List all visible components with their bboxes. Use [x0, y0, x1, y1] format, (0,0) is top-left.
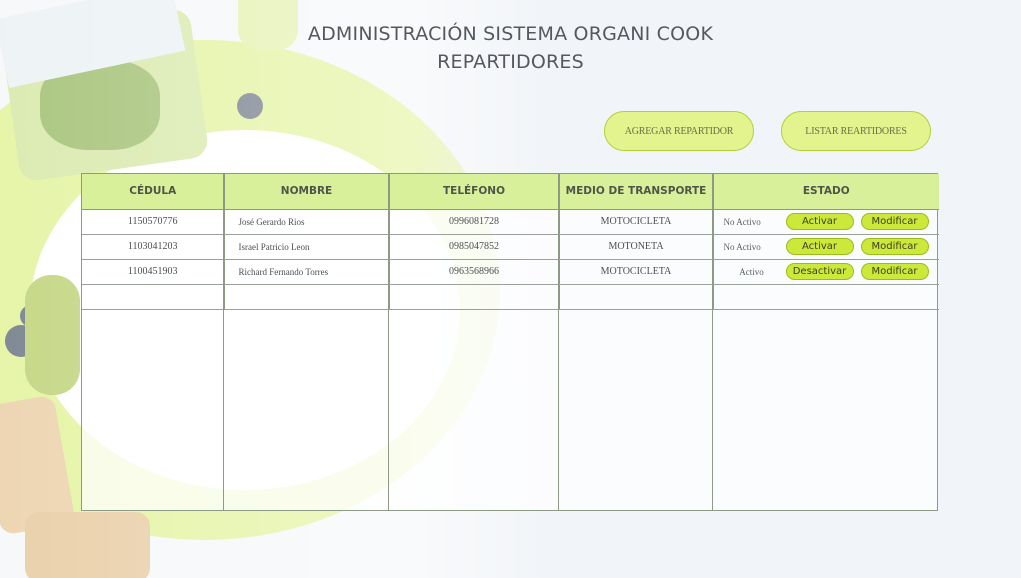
status-text: No Activo	[723, 216, 761, 227]
header-nombre[interactable]: NOMBRE	[224, 174, 390, 210]
page-title-line2: REPARTIDORES	[437, 51, 584, 73]
modify-button[interactable]: Modificar	[860, 238, 929, 255]
cell-nombre: Israel Patricio Leon	[224, 234, 390, 260]
modify-button[interactable]: Modificar	[860, 263, 929, 280]
cell-cedula: 1150570776	[82, 209, 225, 235]
page-title-line1: ADMINISTRACIÓN SISTEMA ORGANI COOK	[307, 23, 714, 45]
couriers-table: CÉDULA NOMBRE TELÉFONO MEDIO DE TRANSPOR…	[81, 173, 939, 511]
header-telefono[interactable]: TELÉFONO	[389, 174, 560, 210]
modify-button[interactable]: Modificar	[860, 213, 929, 230]
deactivate-button[interactable]: Desactivar	[785, 263, 854, 280]
cell-estado: No Activo Activar Modificar	[713, 234, 939, 260]
cell-cedula: 1100451903	[82, 259, 225, 285]
header-estado[interactable]: ESTADO	[713, 174, 939, 210]
table-row: 1150570776 José Gerardo Rios 0996081728 …	[82, 209, 939, 235]
cell-transporte: MOTOCICLETA	[559, 209, 714, 235]
activate-button[interactable]: Activar	[785, 213, 854, 230]
cell-telefono: 0963568966	[389, 259, 560, 285]
cell-cedula: 1103041203	[82, 234, 225, 260]
cell-transporte: MOTONETA	[559, 234, 714, 260]
activate-button[interactable]: Activar	[785, 238, 854, 255]
table-row: 1103041203 Israel Patricio Leon 09850478…	[82, 234, 939, 260]
table-header-row: CÉDULA NOMBRE TELÉFONO MEDIO DE TRANSPOR…	[82, 174, 939, 210]
status-text: No Activo	[723, 241, 761, 252]
cell-telefono: 0996081728	[389, 209, 560, 235]
table-row-empty	[82, 284, 939, 310]
add-courier-button[interactable]: AGREGAR REPARTIDOR	[604, 111, 754, 151]
table-row: 1100451903 Richard Fernando Torres 09635…	[82, 259, 939, 285]
page-title: ADMINISTRACIÓN SISTEMA ORGANI COOK REPAR…	[0, 20, 1021, 76]
status-text: Activo	[739, 266, 764, 277]
cell-estado: Activo Desactivar Modificar	[713, 259, 939, 285]
header-transporte[interactable]: MEDIO DE TRANSPORTE	[559, 174, 714, 210]
cell-estado: No Activo Activar Modificar	[713, 209, 939, 235]
list-couriers-button[interactable]: LISTAR REARTIDORES	[781, 111, 931, 151]
cell-nombre: Richard Fernando Torres	[224, 259, 390, 285]
cell-telefono: 0985047852	[389, 234, 560, 260]
cell-nombre: José Gerardo Rios	[224, 209, 390, 235]
header-cedula[interactable]: CÉDULA	[82, 174, 225, 210]
cell-transporte: MOTOCICLETA	[559, 259, 714, 285]
